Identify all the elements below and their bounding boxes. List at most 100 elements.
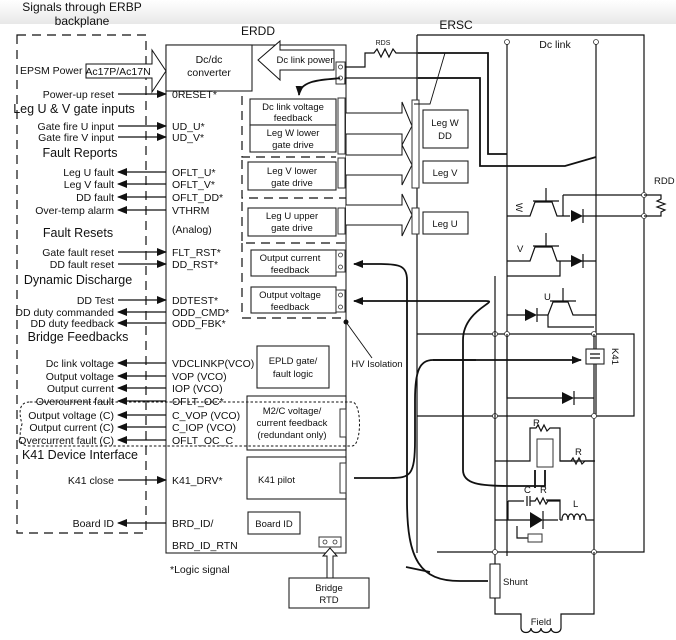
output-current-feedback-block: Output current feedback <box>250 249 337 277</box>
signal-label: DD fault reset <box>50 259 114 271</box>
leg-u-upper-gate-drive-block: Leg U upper gate drive <box>247 207 337 237</box>
signal-pin-name: K41_DRV* <box>172 475 223 487</box>
svg-text:current feedback: current feedback <box>257 418 328 429</box>
dc-link-label: Dc link <box>539 39 571 51</box>
signal-pin-name: FLT_RST* <box>172 247 221 259</box>
erdd-title: ERDD <box>241 24 275 38</box>
section-fault-reports: Fault Reports <box>42 146 117 160</box>
diode-k41 <box>562 392 574 404</box>
signal-label: DD Test <box>77 295 114 307</box>
signal-label: Dc link voltage <box>46 358 114 370</box>
bridge-rtd-label: Bridge <box>315 583 342 594</box>
signal-pin-name: ODD_FBK* <box>172 318 226 330</box>
logic-signal-note: *Logic signal <box>170 564 230 576</box>
svg-text:gate drive: gate drive <box>271 178 313 189</box>
shunt-resistor <box>489 563 501 599</box>
leg-w-drive-arrow <box>346 101 413 146</box>
leg-w-lower-gate-drive-block: Leg W lower gate drive <box>249 124 337 153</box>
svg-text:Board ID: Board ID <box>255 519 293 530</box>
leg-u-drive-arrow <box>346 193 413 237</box>
signal-label: Board ID <box>73 518 115 530</box>
svg-text:Leg V: Leg V <box>433 168 458 179</box>
signal-row: DD Test DDTEST* <box>77 295 218 307</box>
signal-pin-name: 0RESET* <box>172 89 217 101</box>
signal-label: Gate fault reset <box>42 247 114 259</box>
leg-v-drive-arrow <box>346 144 413 186</box>
inductor-l <box>560 513 594 521</box>
shunt-label: Shunt <box>503 577 528 588</box>
signal-label: DD duty feedback <box>31 318 115 330</box>
brd-id-rtn-pin: BRD_ID_RTN <box>172 540 238 552</box>
svg-text:gate drive: gate drive <box>271 223 313 234</box>
signal-pin-name: BRD_ID/ <box>172 518 214 530</box>
svg-text:Dc link voltage: Dc link voltage <box>262 102 324 113</box>
output-current-feedback-wire <box>353 260 488 582</box>
dcdc-label: Dc/dc <box>196 54 223 66</box>
dcdc-label-2: converter <box>187 67 231 79</box>
erdd-block-diagram: Signals through ERBP backplane ERDD ERSC… <box>13 0 675 634</box>
svg-text:W: W <box>513 203 524 212</box>
svg-text:gate drive: gate drive <box>272 140 314 151</box>
signal-row: K41 close K41_DRV* <box>68 475 223 487</box>
signal-pin-name: VOP (VCO) <box>172 371 227 383</box>
svg-text:V: V <box>517 244 524 255</box>
signal-label: Overcurrent fault (C) <box>18 435 114 447</box>
signal-row: DD fault reset DD_RST* <box>50 259 218 271</box>
hv-isolation-label: HV Isolation <box>351 359 402 370</box>
signal-label: Power-up reset <box>43 89 114 101</box>
k41-aux-connector <box>536 438 554 468</box>
signal-pin-name: DD_RST* <box>172 259 218 271</box>
signal-label: Output current (C) <box>29 422 114 434</box>
signal-label: K41 close <box>68 475 114 487</box>
bridge-rtd-label-2: RTD <box>319 595 338 606</box>
signal-row: Gate fault reset FLT_RST* <box>42 247 221 259</box>
field-label: Field <box>531 617 552 628</box>
signal-label: Output current <box>47 383 114 395</box>
signal-pin-name: VTHRM <box>172 205 209 217</box>
leg-u-block: Leg U <box>422 211 469 235</box>
svg-text:EPLD gate/: EPLD gate/ <box>269 356 318 367</box>
k41-label: K41 <box>609 348 620 365</box>
svg-text:(redundant only): (redundant only) <box>257 430 326 441</box>
svg-text:M2/C voltage/: M2/C voltage/ <box>263 406 322 417</box>
epsm-power-label: EPSM Power <box>20 65 83 77</box>
diode-v <box>571 255 583 267</box>
signal-pin-name: C_IOP (VCO) <box>172 422 236 434</box>
signal-row: Power-up reset 0RESET* <box>43 89 217 101</box>
svg-text:feedback: feedback <box>274 113 313 124</box>
vthrm-analog-note: (Analog) <box>172 224 212 236</box>
signal-label: Output voltage (C) <box>28 410 114 422</box>
signal-row: DD duty feedback ODD_FBK* <box>31 318 226 330</box>
signal-label: Over-temp alarm <box>35 205 114 217</box>
svg-text:feedback: feedback <box>271 302 310 313</box>
signal-pin-name: DDTEST* <box>172 295 218 307</box>
section-k41-interface: K41 Device Interface <box>22 448 138 462</box>
igbt-u: U <box>507 288 596 316</box>
signal-label: Leg U fault <box>63 167 114 179</box>
signal-label: DD fault <box>76 192 114 204</box>
section-dynamic-discharge: Dynamic Discharge <box>24 273 132 287</box>
output-voltage-feedback-block: Output voltage feedback <box>250 286 337 314</box>
rds-resistor <box>345 47 418 68</box>
igbt-w: W <box>507 188 563 217</box>
svg-text:Output current: Output current <box>260 253 321 264</box>
epsm-connector-label: Ac17P/Ac17N <box>85 66 150 78</box>
signal-row: Gate fire V input UD_V* <box>38 132 204 144</box>
svg-text:Leg U upper: Leg U upper <box>266 211 318 222</box>
section-bridge-feedbacks: Bridge Feedbacks <box>28 330 129 344</box>
dc-link-voltage-feedback-block: Dc link voltage feedback <box>249 98 337 126</box>
svg-text:Leg U: Leg U <box>432 219 457 230</box>
signal-row: Dc link voltage VDCLINKP(VCO) <box>46 358 255 370</box>
signal-pin-name: OFLT_OC_C <box>172 435 233 447</box>
ersc-title: ERSC <box>439 18 473 32</box>
signal-pin-name: OFLT_DD* <box>172 192 223 204</box>
signal-label: Gate fire V input <box>38 132 114 144</box>
board-id-block: Board ID <box>247 511 301 535</box>
leg-w-dd-block: Leg W DD <box>422 109 469 149</box>
signal-pin-name: IOP (VCO) <box>172 383 223 395</box>
leg-v-block: Leg V <box>422 160 469 184</box>
resistor-r2-label: R <box>575 447 582 458</box>
svg-text:Leg V lower: Leg V lower <box>267 166 317 177</box>
signal-row: Output voltage VOP (VCO) <box>46 371 227 383</box>
signal-row: Output voltage (C) C_VOP (VCO) <box>28 410 240 422</box>
